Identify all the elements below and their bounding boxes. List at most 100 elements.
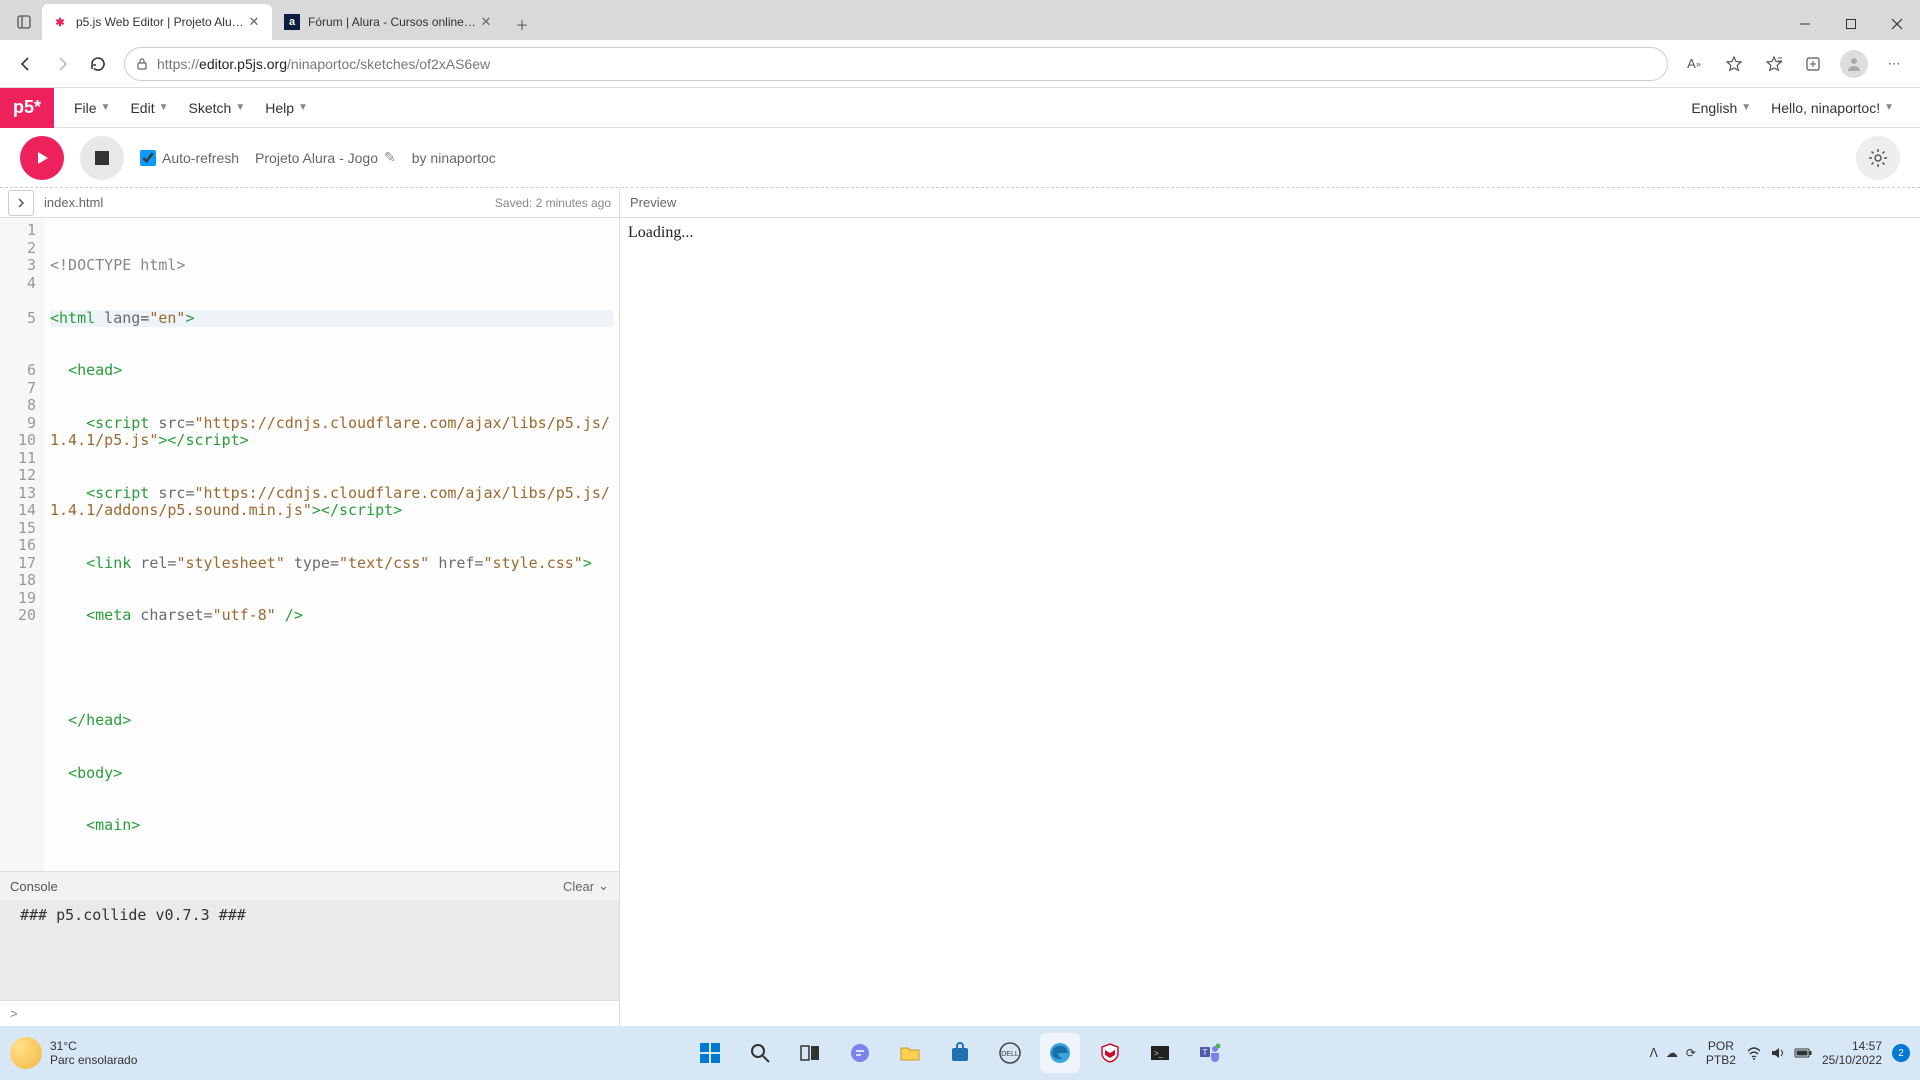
browser-chrome: ✱ p5.js Web Editor | Projeto Alura - Jog…	[0, 0, 1920, 88]
editor-header: index.html Saved: 2 minutes ago	[0, 188, 619, 218]
forward-button[interactable]	[44, 46, 80, 82]
volume-icon[interactable]	[1770, 1045, 1786, 1061]
edge-button[interactable]	[1040, 1033, 1080, 1073]
weather-temp: 31°C	[50, 1039, 137, 1053]
current-filename: index.html	[44, 195, 103, 210]
store-button[interactable]	[940, 1033, 980, 1073]
weather-cond: Parc ensolarado	[50, 1053, 137, 1067]
teams-button[interactable]: T	[1190, 1033, 1230, 1073]
maximize-button[interactable]	[1828, 8, 1874, 40]
preview-body: Loading...	[620, 218, 1920, 1026]
chevron-down-icon: ▼	[298, 102, 308, 113]
p5-menubar: p5* File▼ Edit▼ Sketch▼ Help▼ English▼ H…	[0, 88, 1920, 128]
language-select[interactable]: English▼	[1681, 88, 1761, 128]
close-icon[interactable]: ✕	[478, 14, 494, 30]
gear-icon	[1868, 148, 1888, 168]
battery-icon[interactable]	[1794, 1047, 1812, 1059]
close-window-button[interactable]	[1874, 8, 1920, 40]
menu-help[interactable]: Help▼	[255, 88, 318, 128]
auto-refresh-label: Auto-refresh	[162, 150, 239, 166]
onedrive-icon[interactable]: ☁	[1666, 1046, 1678, 1060]
profile-button[interactable]	[1836, 46, 1872, 82]
console-label: Console	[10, 879, 58, 894]
more-button[interactable]: ⋯	[1876, 46, 1912, 82]
collections-button[interactable]	[1796, 46, 1832, 82]
read-aloud-button[interactable]: A»	[1676, 46, 1712, 82]
stop-icon	[95, 151, 109, 165]
new-tab-button[interactable]: ＋	[506, 8, 538, 40]
tab-actions-button[interactable]	[6, 4, 42, 40]
settings-button[interactable]	[1856, 136, 1900, 180]
url-input[interactable]: https://editor.p5js.org/ninaportoc/sketc…	[124, 47, 1668, 81]
p5-toolbar: Auto-refresh Projeto Alura - Jogo ✎ by n…	[0, 128, 1920, 188]
chevron-down-icon: ▼	[1741, 102, 1751, 113]
chat-button[interactable]	[840, 1033, 880, 1073]
search-button[interactable]	[740, 1033, 780, 1073]
system-tray: ᐱ ☁ ⟳ POR PTB2 14:57 25/10/2022 2	[1650, 1039, 1910, 1067]
svg-text:>_: >_	[1154, 1049, 1164, 1058]
language-indicator[interactable]: POR PTB2	[1706, 1039, 1736, 1067]
sidebar-toggle-button[interactable]	[8, 190, 34, 216]
tab-title: Fórum | Alura - Cursos online de tecnolo…	[308, 15, 478, 29]
file-explorer-button[interactable]	[890, 1033, 930, 1073]
svg-text:DELL: DELL	[1001, 1051, 1019, 1058]
editor-pane: index.html Saved: 2 minutes ago 1 2 3 4 …	[0, 188, 620, 1026]
start-button[interactable]	[690, 1033, 730, 1073]
mcafee-button[interactable]	[1090, 1033, 1130, 1073]
auto-refresh-toggle[interactable]: Auto-refresh	[140, 150, 239, 166]
console-clear-button[interactable]: Clear ⌄	[563, 878, 609, 894]
tab-bar: ✱ p5.js Web Editor | Projeto Alura - Jog…	[0, 0, 1920, 40]
tab-alura-forum[interactable]: a Fórum | Alura - Cursos online de tecno…	[274, 4, 504, 40]
taskbar-apps: DELL >_ T	[690, 1033, 1230, 1073]
code-editor[interactable]: 1 2 3 4 5 6 7 8 9 10 11 12 13 14 15 16 1	[0, 218, 619, 871]
lock-icon	[135, 57, 149, 71]
menu-edit[interactable]: Edit▼	[120, 88, 178, 128]
line-gutter: 1 2 3 4 5 6 7 8 9 10 11 12 13 14 15 16 1	[0, 218, 44, 871]
p5-favicon-icon: ✱	[52, 14, 68, 30]
console-output: ### p5.collide v0.7.3 ###	[0, 900, 619, 1000]
notifications-button[interactable]: 2	[1892, 1044, 1910, 1062]
favorite-button[interactable]	[1716, 46, 1752, 82]
terminal-button[interactable]: >_	[1140, 1033, 1180, 1073]
minimize-button[interactable]	[1782, 8, 1828, 40]
chevron-down-icon: ▼	[1884, 102, 1894, 113]
dell-button[interactable]: DELL	[990, 1033, 1030, 1073]
save-status: Saved: 2 minutes ago	[495, 196, 611, 210]
stop-button[interactable]	[80, 136, 124, 180]
chevron-down-icon: ⌄	[598, 878, 609, 894]
task-view-button[interactable]	[790, 1033, 830, 1073]
p5-editor-app: p5* File▼ Edit▼ Sketch▼ Help▼ English▼ H…	[0, 88, 1920, 1026]
sync-icon[interactable]: ⟳	[1686, 1046, 1696, 1060]
console-header: Console Clear ⌄	[0, 872, 619, 900]
user-menu[interactable]: Hello, ninaportoc!▼	[1761, 88, 1904, 128]
chevron-down-icon: ▼	[101, 102, 111, 113]
chevron-down-icon: ▼	[235, 102, 245, 113]
console-input[interactable]: >	[0, 1000, 619, 1026]
code-content[interactable]: <!DOCTYPE html> <html lang="en"> <head> …	[44, 218, 619, 871]
edit-name-button[interactable]: ✎	[384, 149, 396, 166]
weather-widget[interactable]: 31°C Parc ensolarado	[10, 1037, 137, 1069]
window-controls	[1782, 8, 1920, 40]
play-button[interactable]	[20, 136, 64, 180]
refresh-button[interactable]	[80, 46, 116, 82]
tray-chevron-icon[interactable]: ᐱ	[1650, 1046, 1658, 1060]
clock[interactable]: 14:57 25/10/2022	[1822, 1039, 1882, 1067]
close-icon[interactable]: ✕	[246, 14, 262, 30]
chevron-down-icon: ▼	[159, 102, 169, 113]
menu-file[interactable]: File▼	[64, 88, 120, 128]
console-pane: Console Clear ⌄ ### p5.collide v0.7.3 ##…	[0, 871, 619, 1026]
wifi-icon[interactable]	[1746, 1045, 1762, 1061]
menu-sketch[interactable]: Sketch▼	[179, 88, 256, 128]
tab-title: p5.js Web Editor | Projeto Alura - Jogo	[76, 15, 246, 29]
p5-body: index.html Saved: 2 minutes ago 1 2 3 4 …	[0, 188, 1920, 1026]
url-text: https://editor.p5js.org/ninaportoc/sketc…	[157, 56, 490, 72]
back-button[interactable]	[8, 46, 44, 82]
sun-icon	[10, 1037, 42, 1069]
preview-label: Preview	[630, 195, 676, 210]
address-bar: https://editor.p5js.org/ninaportoc/sketc…	[0, 40, 1920, 88]
auto-refresh-checkbox[interactable]	[140, 150, 156, 166]
favorites-list-button[interactable]	[1756, 46, 1792, 82]
preview-header: Preview	[620, 188, 1920, 218]
tab-p5-editor[interactable]: ✱ p5.js Web Editor | Projeto Alura - Jog…	[42, 4, 272, 40]
p5-logo[interactable]: p5*	[0, 88, 54, 128]
